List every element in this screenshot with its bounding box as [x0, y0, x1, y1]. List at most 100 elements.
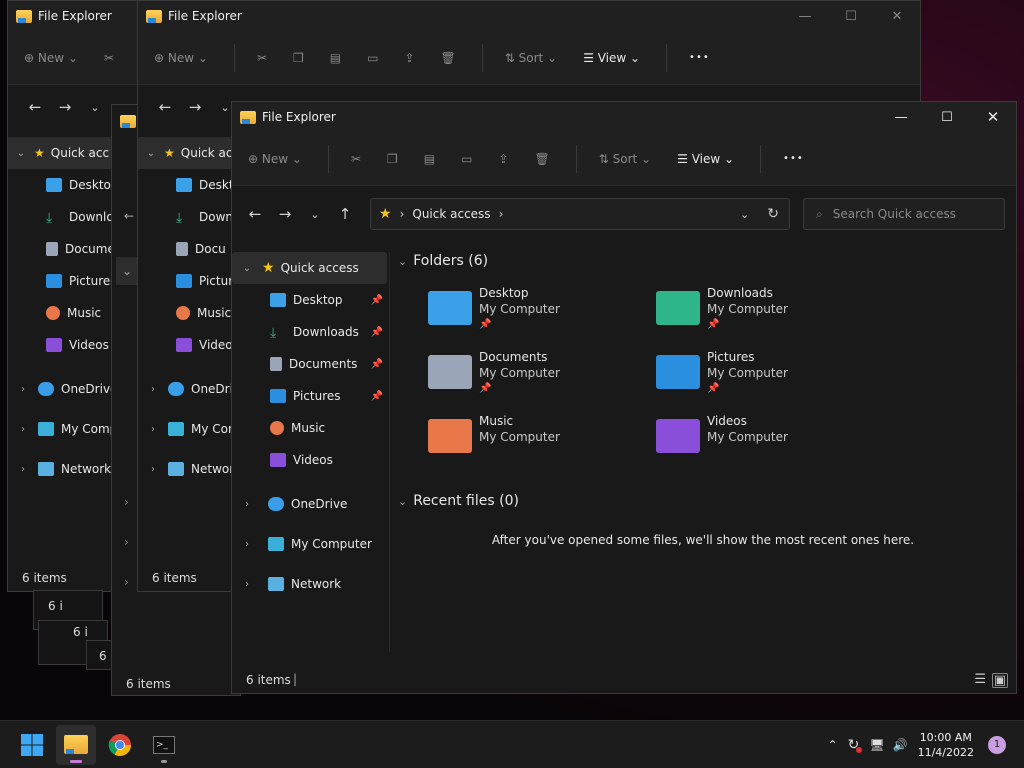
sidebar-item-onedrive[interactable]: › OneDrive	[232, 484, 389, 524]
address-history-chevron-icon[interactable]: ⌄	[740, 208, 749, 221]
back-window-1-new-button[interactable]: ⊕ New ⌄	[24, 51, 78, 65]
cut-icon[interactable]: ✂	[257, 51, 267, 65]
forward-arrow-icon[interactable]: →	[50, 98, 80, 116]
folders-section-header[interactable]: ⌄ Folders (6)	[398, 249, 1008, 273]
refresh-icon[interactable]: ↻	[767, 206, 779, 222]
chevron-right-icon[interactable]: ›	[240, 579, 254, 590]
pin-icon[interactable]: 📌	[371, 391, 383, 402]
folder-tile-desktop[interactable]: Desktop My Computer 📌	[428, 285, 656, 335]
folder-name: Downloads	[707, 286, 773, 300]
titlebar[interactable]: File Explorer — ☐ ✕	[232, 102, 1016, 132]
close-icon[interactable]: ✕	[874, 1, 920, 31]
sort-button[interactable]: ⇅ Sort ⌄	[505, 51, 557, 65]
sidebar-item-documents[interactable]: Documents 📌	[232, 348, 389, 380]
back-arrow-icon[interactable]: ←	[20, 98, 50, 116]
recent-locations-chevron-icon[interactable]: ⌄	[300, 208, 330, 221]
sidebar-item-desktop[interactable]: Desktop 📌	[232, 284, 389, 316]
view-button[interactable]: ☰ View ⌄	[583, 51, 640, 65]
chevron-right-icon[interactable]: ›	[124, 535, 129, 549]
back-arrow-icon[interactable]: ←	[150, 98, 180, 116]
chevron-right-icon[interactable]: ›	[240, 539, 254, 550]
pin-icon[interactable]: 📌	[371, 359, 383, 370]
folder-tile-pictures[interactable]: Pictures My Computer 📌	[656, 349, 884, 399]
paste-icon[interactable]: ▤	[330, 51, 341, 65]
copy-icon[interactable]: ❐	[293, 51, 304, 65]
sidebar-item-my-computer[interactable]: › My Computer	[232, 524, 389, 564]
notification-badge[interactable]: 1	[988, 735, 1006, 754]
delete-icon[interactable]: 🗑	[535, 152, 550, 166]
pin-icon[interactable]: 📌	[371, 327, 383, 338]
chevron-right-icon[interactable]: ›	[124, 495, 129, 509]
network-status-icon[interactable]: 🖥	[869, 738, 884, 752]
new-button[interactable]: ⊕ New ⌄	[248, 152, 302, 166]
address-bar[interactable]: ★ › Quick access › ⌄ ↻	[370, 198, 790, 230]
minimize-icon[interactable]: —	[782, 1, 828, 31]
file-explorer-window[interactable]: File Explorer — ☐ ✕ ⊕ New ⌄ ✂ ❐ ▤ ▭ ⇪ 🗑 …	[231, 101, 1017, 694]
share-icon[interactable]: ⇪	[404, 51, 414, 65]
new-label: New	[37, 50, 65, 65]
onedrive-label: OneDrive	[291, 497, 348, 511]
recent-locations-chevron-icon[interactable]: ⌄	[80, 101, 110, 114]
close-icon[interactable]: ✕	[970, 102, 1016, 132]
folder-tile-music[interactable]: Music My Computer	[428, 413, 656, 463]
pin-icon[interactable]: 📌	[371, 295, 383, 306]
chevron-right-icon[interactable]: ›	[124, 575, 129, 589]
breadcrumb-chevron-icon[interactable]: ›	[499, 207, 504, 221]
sort-button[interactable]: ⇅ Sort ⌄	[599, 152, 651, 166]
star-icon: ★	[379, 206, 392, 222]
sidebar-item-downloads[interactable]: ⤓ Downloads 📌	[232, 316, 389, 348]
pictures-folder-icon	[656, 355, 700, 389]
back-arrow-icon[interactable]: ←	[124, 209, 134, 223]
sidebar-item-network[interactable]: › Network	[232, 564, 389, 604]
back-window-2-titlebar[interactable]: File Explorer — ☐ ✕	[138, 1, 920, 31]
start-button[interactable]	[12, 725, 52, 765]
sync-icon[interactable]: ↻	[848, 737, 863, 753]
minimize-icon[interactable]: —	[878, 102, 924, 132]
back-window-2-quick-access[interactable]: ⌄ ★ Quick ac	[138, 137, 234, 169]
maximize-icon[interactable]: ☐	[924, 102, 970, 132]
maximize-icon[interactable]: ☐	[828, 1, 874, 31]
sidebar-quick-access[interactable]: ⌄ ★ Quick access	[232, 252, 387, 284]
up-arrow-icon[interactable]: ↑	[330, 205, 360, 223]
details-view-icon[interactable]: ☰	[974, 672, 986, 687]
taskbar-chrome[interactable]	[100, 725, 140, 765]
recent-files-section-header[interactable]: ⌄ Recent files (0)	[398, 489, 1008, 513]
chevron-right-icon[interactable]: ›	[240, 499, 254, 510]
rename-icon[interactable]: ▭	[461, 152, 472, 166]
volume-icon[interactable]: 🔊	[893, 738, 908, 752]
chrome-icon	[108, 733, 131, 756]
folder-name: Music	[479, 414, 514, 428]
sidebar-item-music[interactable]: Music	[232, 412, 389, 444]
search-input[interactable]: ⌕ Search Quick access	[803, 198, 1005, 230]
paste-icon[interactable]: ▤	[424, 152, 435, 166]
sidebar-item-pictures[interactable]: Pictures 📌	[232, 380, 389, 412]
folder-tile-downloads[interactable]: Downloads My Computer 📌	[656, 285, 884, 335]
documents-label: Documents	[289, 357, 358, 371]
view-button[interactable]: ☰ View ⌄	[677, 152, 734, 166]
more-options-icon[interactable]: •••	[689, 52, 710, 63]
delete-icon[interactable]: 🗑	[441, 51, 456, 65]
back-arrow-icon[interactable]: ←	[240, 205, 270, 223]
taskbar-terminal[interactable]: >_	[144, 725, 184, 765]
share-icon[interactable]: ⇪	[498, 152, 508, 166]
forward-arrow-icon[interactable]: →	[180, 98, 210, 116]
sidebar-item-videos[interactable]: Videos	[232, 444, 389, 476]
back-window-1-cut-icon[interactable]: ✂	[104, 51, 114, 65]
forward-arrow-icon[interactable]: →	[270, 205, 300, 223]
cut-icon[interactable]: ✂	[351, 152, 361, 166]
taskbar-file-explorer[interactable]	[56, 724, 96, 765]
folder-tile-documents[interactable]: Documents My Computer 📌	[428, 349, 656, 399]
breadcrumb-quick-access[interactable]: Quick access	[412, 207, 490, 221]
show-hidden-icons-chevron-icon[interactable]: ⌃	[828, 738, 838, 752]
folder-name: Documents	[479, 350, 548, 364]
more-options-icon[interactable]: •••	[783, 153, 804, 164]
tiles-view-icon[interactable]: ▣	[991, 673, 1008, 688]
clock[interactable]: 10:00 AM 11/4/2022	[918, 730, 974, 760]
copy-icon[interactable]: ❐	[387, 152, 398, 166]
quick-access-label: Quick acc	[50, 146, 110, 160]
rename-icon[interactable]: ▭	[367, 51, 378, 65]
back-window-2-new-button[interactable]: ⊕ New ⌄	[154, 51, 208, 65]
chevron-down-icon[interactable]: ⌄	[116, 257, 138, 285]
folder-tile-videos[interactable]: Videos My Computer	[656, 413, 884, 463]
star-icon: ★	[262, 260, 275, 276]
